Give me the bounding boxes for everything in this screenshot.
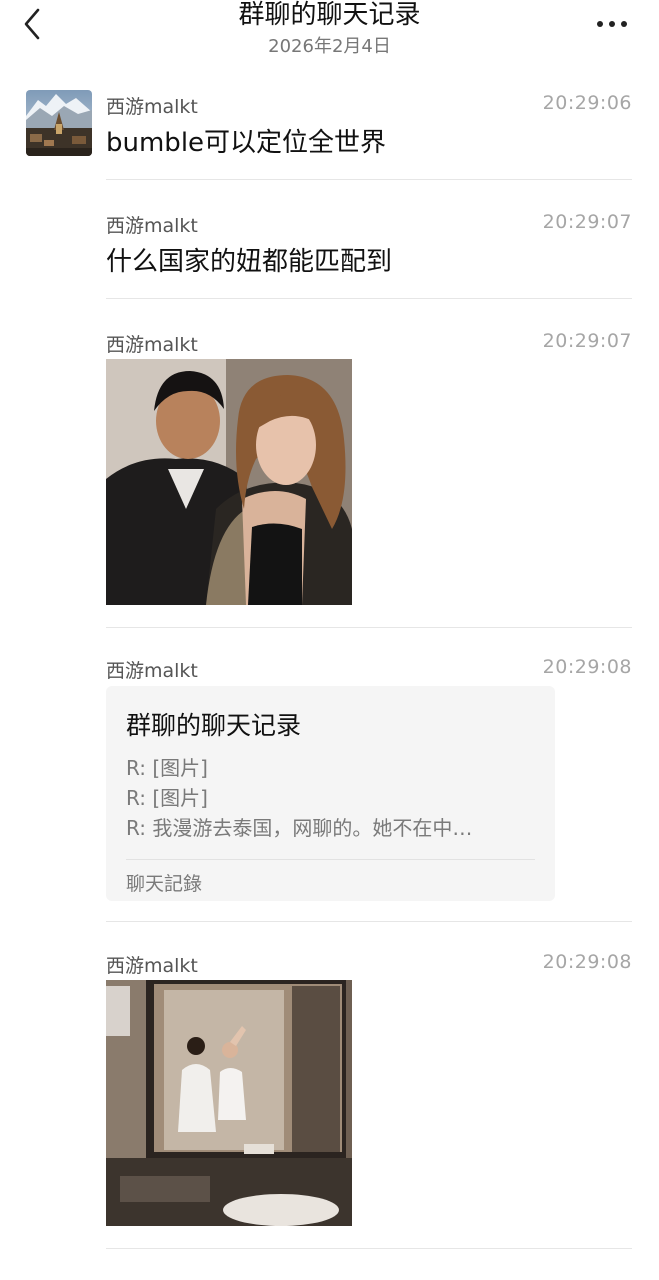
sender-name: 西游malkt [106, 334, 198, 356]
message-item: 西游malkt 20:29:07 什么国家的妞都能匹配到 [0, 210, 659, 302]
message-time: 20:29:07 [542, 330, 632, 352]
selfie-photo [106, 359, 352, 605]
card-divider [126, 859, 535, 860]
chat-history-page: 群聊的聊天记录 2026年2月4日 西游malkt 20:29:06 bumbl… [0, 0, 659, 1280]
sender-name: 西游malkt [106, 660, 198, 682]
page-title: 群聊的聊天记录 [238, 0, 421, 30]
more-button[interactable] [597, 14, 633, 34]
sender-name: 西游malkt [106, 215, 198, 237]
chat-record-title: 群聊的聊天记录 [126, 711, 302, 740]
message-text[interactable]: 什么国家的妞都能匹配到 [106, 241, 392, 278]
message-time: 20:29:08 [542, 951, 632, 973]
header-bar: 群聊的聊天记录 2026年2月4日 [0, 0, 659, 70]
message-item: 西游malkt 20:29:08 [0, 950, 659, 1250]
more-dots-icon [597, 21, 603, 27]
divider [106, 627, 632, 628]
message-item: 西游malkt 20:29:06 bumble可以定位全世界 [0, 90, 659, 182]
avatar-mountain-temple-image [26, 90, 92, 156]
page-date: 2026年2月4日 [268, 36, 391, 57]
message-text[interactable]: bumble可以定位全世界 [106, 122, 386, 159]
message-item: 西游malkt 20:29:07 [0, 329, 659, 629]
avatar[interactable] [26, 90, 92, 156]
more-dot [609, 21, 615, 27]
chat-record-footer: 聊天記錄 [126, 873, 203, 895]
message-time: 20:29:07 [542, 211, 632, 233]
message-item: 西游malkt 20:29:08 群聊的聊天记录 R: [图片] R: [图片]… [0, 655, 659, 925]
divider [106, 921, 632, 922]
message-image-mirror[interactable] [106, 980, 352, 1226]
sender-name: 西游malkt [106, 955, 198, 977]
sender-name: 西游malkt [106, 96, 198, 118]
chat-record-line: R: 我漫游去泰国，网聊的。她不在中… [126, 816, 473, 840]
message-time: 20:29:08 [542, 656, 632, 678]
chat-record-card[interactable]: 群聊的聊天记录 R: [图片] R: [图片] R: 我漫游去泰国，网聊的。她不… [106, 686, 555, 901]
chat-record-line: R: [图片] [126, 786, 208, 810]
message-image-selfie[interactable] [106, 359, 352, 605]
chat-record-line: R: [图片] [126, 756, 208, 780]
more-dot [621, 21, 627, 27]
divider [106, 1248, 632, 1249]
mirror-photo [106, 980, 352, 1226]
message-time: 20:29:06 [542, 92, 632, 114]
divider [106, 179, 632, 180]
divider [106, 298, 632, 299]
